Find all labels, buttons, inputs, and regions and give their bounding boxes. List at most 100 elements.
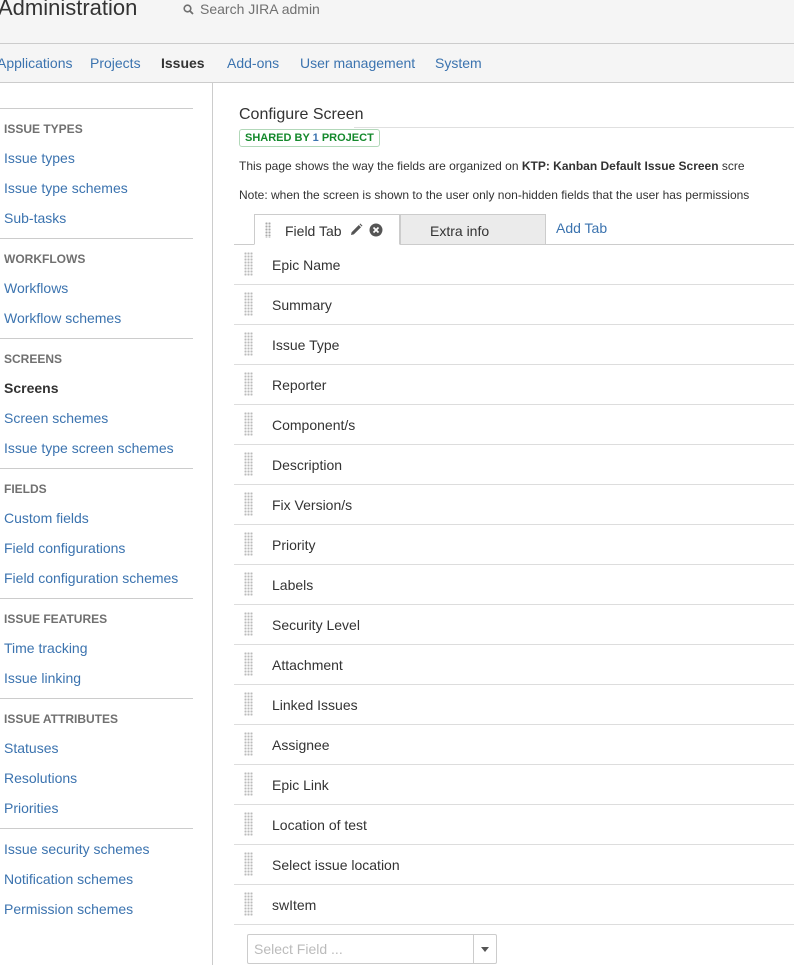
shared-by-badge[interactable]: SHARED BY 1 PROJECT <box>239 129 380 147</box>
admin-nav: Applications Projects Issues Add-ons Use… <box>0 44 794 83</box>
drag-handle[interactable] <box>244 852 253 876</box>
nav-applications[interactable]: Applications <box>0 55 73 71</box>
drag-handle[interactable] <box>244 532 253 556</box>
field-name: Epic Name <box>272 257 341 273</box>
drag-handle[interactable] <box>244 572 253 596</box>
nav-add-ons[interactable]: Add-ons <box>227 55 279 71</box>
sidebar-item-screen-schemes[interactable]: Screen schemes <box>4 410 108 426</box>
sidebar-item-resolutions[interactable]: Resolutions <box>4 770 77 786</box>
admin-search[interactable]: Search JIRA admin <box>183 0 320 18</box>
list-item[interactable]: Location of test <box>234 805 794 845</box>
sidebar-item-issue-types[interactable]: Issue types <box>4 150 75 166</box>
field-name: Linked Issues <box>272 697 358 713</box>
sidebar-item-custom-fields[interactable]: Custom fields <box>4 510 89 526</box>
list-item[interactable]: Assignee <box>234 725 794 765</box>
drag-handle[interactable] <box>244 452 253 476</box>
field-name: Issue Type <box>272 337 340 353</box>
field-name: Component/s <box>272 417 356 433</box>
search-placeholder[interactable]: Search JIRA admin <box>200 1 320 17</box>
list-item[interactable]: swItem <box>234 885 794 925</box>
remove-tab-icon[interactable] <box>369 223 383 237</box>
list-item[interactable]: Priority <box>234 525 794 565</box>
drag-handle[interactable] <box>244 492 253 516</box>
list-item[interactable]: Reporter <box>234 365 794 405</box>
top-bar: Administration Search JIRA admin <box>0 0 794 44</box>
list-item[interactable]: Epic Name <box>234 245 794 285</box>
sidebar-item-issue-linking[interactable]: Issue linking <box>4 670 81 686</box>
list-item[interactable]: Description <box>234 445 794 485</box>
configure-screen-title: Configure Screen <box>239 106 364 123</box>
sidebar-divider <box>0 338 193 339</box>
chevron-down-icon <box>481 946 489 952</box>
sidebar-item-notification-schemes[interactable]: Notification schemes <box>4 871 133 887</box>
tab-drag-handle[interactable] <box>265 222 271 238</box>
drag-handle[interactable] <box>244 692 253 716</box>
sidebar-heading-issue-types: ISSUE TYPES <box>4 122 83 136</box>
list-item[interactable]: Component/s <box>234 405 794 445</box>
drag-handle[interactable] <box>244 732 253 756</box>
sidebar-item-workflows[interactable]: Workflows <box>4 280 68 296</box>
drag-handle[interactable] <box>244 812 253 836</box>
sidebar-item-screens[interactable]: Screens <box>4 380 58 396</box>
drag-handle[interactable] <box>244 372 253 396</box>
tab-extra-info[interactable]: Extra info <box>400 214 546 245</box>
drag-handle[interactable] <box>244 252 253 276</box>
sidebar-item-sub-tasks[interactable]: Sub-tasks <box>4 210 66 226</box>
badge-suffix: PROJECT <box>318 132 374 144</box>
drag-handle[interactable] <box>244 612 253 636</box>
sidebar-item-time-tracking[interactable]: Time tracking <box>4 640 88 656</box>
field-name: Description <box>272 457 343 473</box>
badge-prefix: SHARED BY <box>245 132 313 144</box>
field-name: Fix Version/s <box>272 497 353 513</box>
sidebar-item-field-configuration-schemes[interactable]: Field configuration schemes <box>4 570 178 586</box>
sidebar-item-issue-type-schemes[interactable]: Issue type schemes <box>4 180 128 196</box>
drag-handle[interactable] <box>244 332 253 356</box>
field-name: Priority <box>272 537 316 553</box>
dropdown-toggle[interactable] <box>473 935 496 963</box>
add-tab-link[interactable]: Add Tab <box>556 220 607 236</box>
nav-user-management[interactable]: User management <box>300 55 415 71</box>
pencil-icon[interactable] <box>349 223 363 237</box>
list-item[interactable]: Fix Version/s <box>234 485 794 525</box>
field-name: Assignee <box>272 737 330 753</box>
screen-description: This page shows the way the fields are o… <box>239 159 745 173</box>
nav-issues[interactable]: Issues <box>161 55 205 71</box>
sidebar-item-permission-schemes[interactable]: Permission schemes <box>4 901 133 917</box>
sidebar-heading-issue-features: ISSUE FEATURES <box>4 612 108 626</box>
drag-handle[interactable] <box>244 772 253 796</box>
sidebar: ISSUE TYPES Issue types Issue type schem… <box>0 83 213 965</box>
nav-system[interactable]: System <box>435 55 482 71</box>
drag-handle[interactable] <box>244 412 253 436</box>
list-item[interactable]: Issue Type <box>234 325 794 365</box>
select-field-dropdown[interactable] <box>247 934 497 964</box>
sidebar-item-priorities[interactable]: Priorities <box>4 800 58 816</box>
sidebar-item-issue-security-schemes[interactable]: Issue security schemes <box>4 841 150 857</box>
sidebar-item-workflow-schemes[interactable]: Workflow schemes <box>4 310 121 326</box>
select-field-input[interactable] <box>248 935 474 963</box>
sidebar-item-issue-type-screen-schemes[interactable]: Issue type screen schemes <box>4 440 174 456</box>
screen-name: KTP: Kanban Default Issue Screen <box>521 159 719 173</box>
list-item[interactable]: Select issue location <box>234 845 794 885</box>
field-name: Reporter <box>272 377 327 393</box>
list-item[interactable]: Security Level <box>234 605 794 645</box>
list-item[interactable]: Labels <box>234 565 794 605</box>
drag-handle[interactable] <box>244 652 253 676</box>
drag-handle[interactable] <box>244 892 253 916</box>
sidebar-item-field-configurations[interactable]: Field configurations <box>4 540 125 556</box>
field-name: Labels <box>272 577 314 593</box>
sidebar-item-statuses[interactable]: Statuses <box>4 740 58 756</box>
field-name: Select issue location <box>272 857 400 873</box>
nav-projects[interactable]: Projects <box>90 55 141 71</box>
drag-handle[interactable] <box>244 292 253 316</box>
list-item[interactable]: Summary <box>234 285 794 325</box>
list-item[interactable]: Linked Issues <box>234 685 794 725</box>
list-item[interactable]: Attachment <box>234 645 794 685</box>
tab-field-tab[interactable]: Field Tab <box>254 214 400 245</box>
tab-label: Extra info <box>430 223 490 239</box>
field-name: swItem <box>272 897 317 913</box>
sidebar-divider <box>0 108 193 109</box>
list-item[interactable]: Epic Link <box>234 765 794 805</box>
field-name: Security Level <box>272 617 360 633</box>
page-title: Administration <box>0 0 138 20</box>
sidebar-heading-issue-attributes: ISSUE ATTRIBUTES <box>4 712 119 726</box>
